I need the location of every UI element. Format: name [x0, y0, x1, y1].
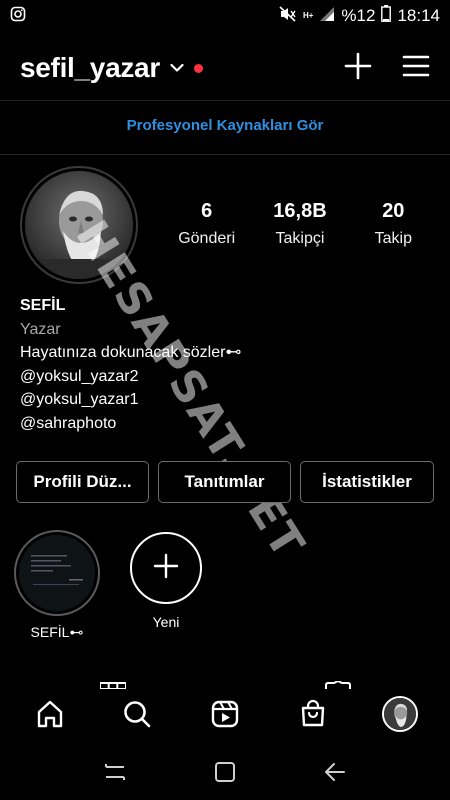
stat-posts[interactable]: 6 Gönderi [160, 200, 253, 248]
stat-following[interactable]: 20 Takip [347, 200, 440, 248]
plus-icon [153, 553, 179, 584]
stat-value: 6 [201, 200, 213, 222]
profile-bio: SEFİL Yazar Hayatınıza dokunacak sözler⊷… [20, 294, 430, 435]
avatar [382, 696, 419, 732]
bio-mention-link[interactable]: @yoksul_yazar1 [20, 388, 430, 412]
back-icon[interactable] [323, 761, 347, 788]
edit-profile-button[interactable]: Profili Düz... [16, 461, 149, 503]
profile-avatar[interactable] [25, 171, 133, 279]
highlight-label: Yeni [152, 614, 180, 630]
divider [0, 154, 450, 155]
stat-label: Gönderi [178, 230, 236, 247]
shop-icon[interactable] [289, 690, 337, 738]
mute-icon [279, 5, 297, 27]
battery-icon [381, 5, 392, 27]
home-button-icon[interactable] [214, 761, 236, 788]
profile-avatar-ring[interactable] [20, 166, 138, 284]
instagram-notification-icon [10, 6, 26, 27]
promotions-button[interactable]: Tanıtımlar [158, 461, 291, 503]
professional-dashboard-link[interactable]: Profesyonel Kaynakları Gör [0, 117, 450, 134]
highlight-ring[interactable] [14, 530, 100, 616]
bio-mention-link[interactable]: @sahraphoto [20, 412, 430, 436]
profile-actions: Profili Düz... Tanıtımlar İstatistikler [16, 461, 434, 503]
username-switcher[interactable]: sefil_yazar [20, 52, 160, 84]
signal-icon [319, 6, 335, 27]
chevron-down-icon[interactable] [170, 63, 184, 73]
search-icon[interactable] [113, 690, 161, 738]
new-highlight-ring[interactable] [130, 532, 202, 604]
recent-apps-icon[interactable] [103, 761, 127, 788]
stat-value: 20 [382, 200, 405, 222]
system-navigation [0, 748, 450, 800]
bio-mention-link[interactable]: @yoksul_yazar2 [20, 365, 430, 389]
divider [0, 100, 450, 101]
story-highlight[interactable]: SEFİL⊷ [14, 530, 100, 641]
insights-button[interactable]: İstatistikler [300, 461, 434, 503]
highlight-cover [19, 535, 95, 611]
bio-line: Hayatınıza dokunacak sözler⊷ [20, 344, 242, 361]
status-bar: H+ %12 18:14 [0, 0, 450, 32]
profile-name: SEFİL [20, 297, 66, 314]
profile-category: Yazar [20, 320, 61, 338]
home-icon[interactable] [26, 690, 74, 738]
menu-icon[interactable] [402, 54, 430, 83]
bottom-navigation [0, 688, 450, 740]
reels-icon[interactable] [201, 690, 249, 738]
profile-stats: 6 Gönderi 16,8B Takipçi 20 Takip [160, 200, 440, 248]
create-plus-icon[interactable] [344, 52, 372, 85]
stat-label: Takipçi [275, 230, 325, 247]
battery-percent: %12 [341, 6, 376, 25]
profile-header: sefil_yazar [0, 40, 450, 96]
profile-tab-avatar[interactable] [376, 690, 424, 738]
clock: 18:14 [397, 6, 440, 25]
notification-dot [193, 63, 203, 73]
new-highlight[interactable]: Yeni [130, 532, 202, 630]
stat-value: 16,8B [273, 200, 327, 222]
highlight-label: SEFİL⊷ [30, 624, 84, 640]
network-type: H+ [302, 11, 314, 20]
stat-label: Takip [374, 230, 412, 247]
stat-followers[interactable]: 16,8B Takipçi [253, 200, 346, 248]
